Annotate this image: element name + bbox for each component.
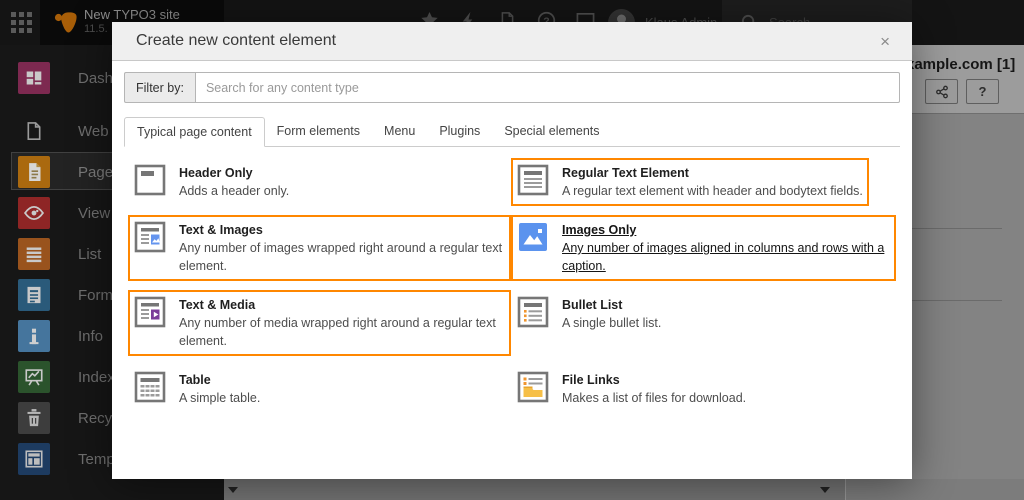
- chevron-down-icon: [820, 487, 830, 493]
- content-item-title: Table: [179, 371, 260, 389]
- page-title: xample.com [1]: [906, 56, 1015, 73]
- chevron-down-icon: [228, 487, 238, 493]
- content-item-title: Regular Text Element: [562, 164, 863, 182]
- view-icon: [18, 197, 50, 229]
- sidebar-item-label: List: [78, 246, 101, 263]
- file-links-icon: [517, 371, 549, 403]
- content-item-title: Text & Media: [179, 296, 505, 314]
- close-icon[interactable]: ×: [876, 31, 894, 52]
- site-name: New TYPO3 site: [84, 7, 180, 22]
- dashboard-icon: [18, 62, 50, 94]
- recycler-icon: [18, 402, 50, 434]
- header-only-icon: [134, 164, 166, 196]
- page-icon: [18, 156, 50, 188]
- bottom-select-bar: [224, 479, 1024, 500]
- text-media-icon: [134, 296, 166, 328]
- indexing-icon: [18, 361, 50, 393]
- content-item-text-images[interactable]: Text & Images Any number of images wrapp…: [128, 215, 511, 281]
- text-images-icon: [134, 221, 166, 253]
- background-dropdown-right[interactable]: [846, 479, 1024, 500]
- sidebar-item-label: Web: [78, 123, 109, 140]
- filter-label: Filter by:: [124, 72, 195, 103]
- content-item-title: Text & Images: [179, 221, 505, 239]
- content-item-description: Makes a list of files for download.: [562, 389, 746, 407]
- content-item-images-only[interactable]: Images Only Any number of images aligned…: [511, 215, 896, 281]
- content-item-description: Any number of images aligned in columns …: [562, 239, 890, 275]
- sidebar-item-label: Info: [78, 328, 103, 345]
- content-item-bullet-list[interactable]: Bullet List A single bullet list.: [511, 290, 896, 338]
- web-icon: [18, 115, 50, 147]
- content-item-title: Bullet List: [562, 296, 661, 314]
- content-item-text-media[interactable]: Text & Media Any number of media wrapped…: [128, 290, 511, 356]
- tab-form-elements[interactable]: Form elements: [265, 117, 372, 146]
- content-item-title: Header Only: [179, 164, 289, 182]
- content-item-title: Images Only: [562, 221, 890, 239]
- regular-text-icon: [517, 164, 549, 196]
- tab-menu[interactable]: Menu: [372, 117, 427, 146]
- modal-tabs: Typical page content Form elements Menu …: [124, 117, 900, 147]
- tab-typical-page-content[interactable]: Typical page content: [124, 117, 265, 147]
- tab-special-elements[interactable]: Special elements: [492, 117, 611, 146]
- info-icon: [18, 320, 50, 352]
- content-divider: [912, 228, 1002, 229]
- bullet-list-icon: [517, 296, 549, 328]
- list-module-icon: [18, 238, 50, 270]
- images-only-icon: [517, 221, 549, 253]
- tab-plugins[interactable]: Plugins: [427, 117, 492, 146]
- content-item-header-only[interactable]: Header Only Adds a header only.: [128, 158, 511, 206]
- content-item-description: Adds a header only.: [179, 182, 289, 200]
- content-item-description: Any number of media wrapped right around…: [179, 314, 505, 350]
- forms-icon: [18, 279, 50, 311]
- share-button[interactable]: [925, 79, 958, 104]
- content-divider: [912, 300, 1002, 301]
- content-item-regular-text-element[interactable]: Regular Text Element A regular text elem…: [511, 158, 869, 206]
- modal-header: Create new content element ×: [112, 22, 912, 61]
- typo3-logo-icon: [53, 9, 79, 36]
- sidebar-item-label: Page: [78, 164, 113, 181]
- create-content-element-modal: Create new content element × Filter by: …: [112, 22, 912, 479]
- help-button[interactable]: ?: [966, 79, 999, 104]
- filter-group: Filter by:: [124, 72, 900, 103]
- content-item-table[interactable]: Table A simple table.: [128, 365, 511, 413]
- content-element-grid: Header Only Adds a header only. Regular …: [128, 158, 912, 422]
- content-item-file-links[interactable]: File Links Makes a list of files for dow…: [511, 365, 896, 413]
- template-icon: [18, 443, 50, 475]
- content-item-description: Any number of images wrapped right aroun…: [179, 239, 505, 275]
- modal-title: Create new content element: [136, 32, 876, 50]
- content-type-search-input[interactable]: [195, 72, 900, 103]
- module-menu-toggle-icon[interactable]: [11, 12, 32, 33]
- content-item-title: File Links: [562, 371, 746, 389]
- sidebar-item-label: View: [78, 205, 110, 222]
- content-item-description: A single bullet list.: [562, 314, 661, 332]
- content-item-description: A regular text element with header and b…: [562, 182, 863, 200]
- content-item-description: A simple table.: [179, 389, 260, 407]
- table-icon: [134, 371, 166, 403]
